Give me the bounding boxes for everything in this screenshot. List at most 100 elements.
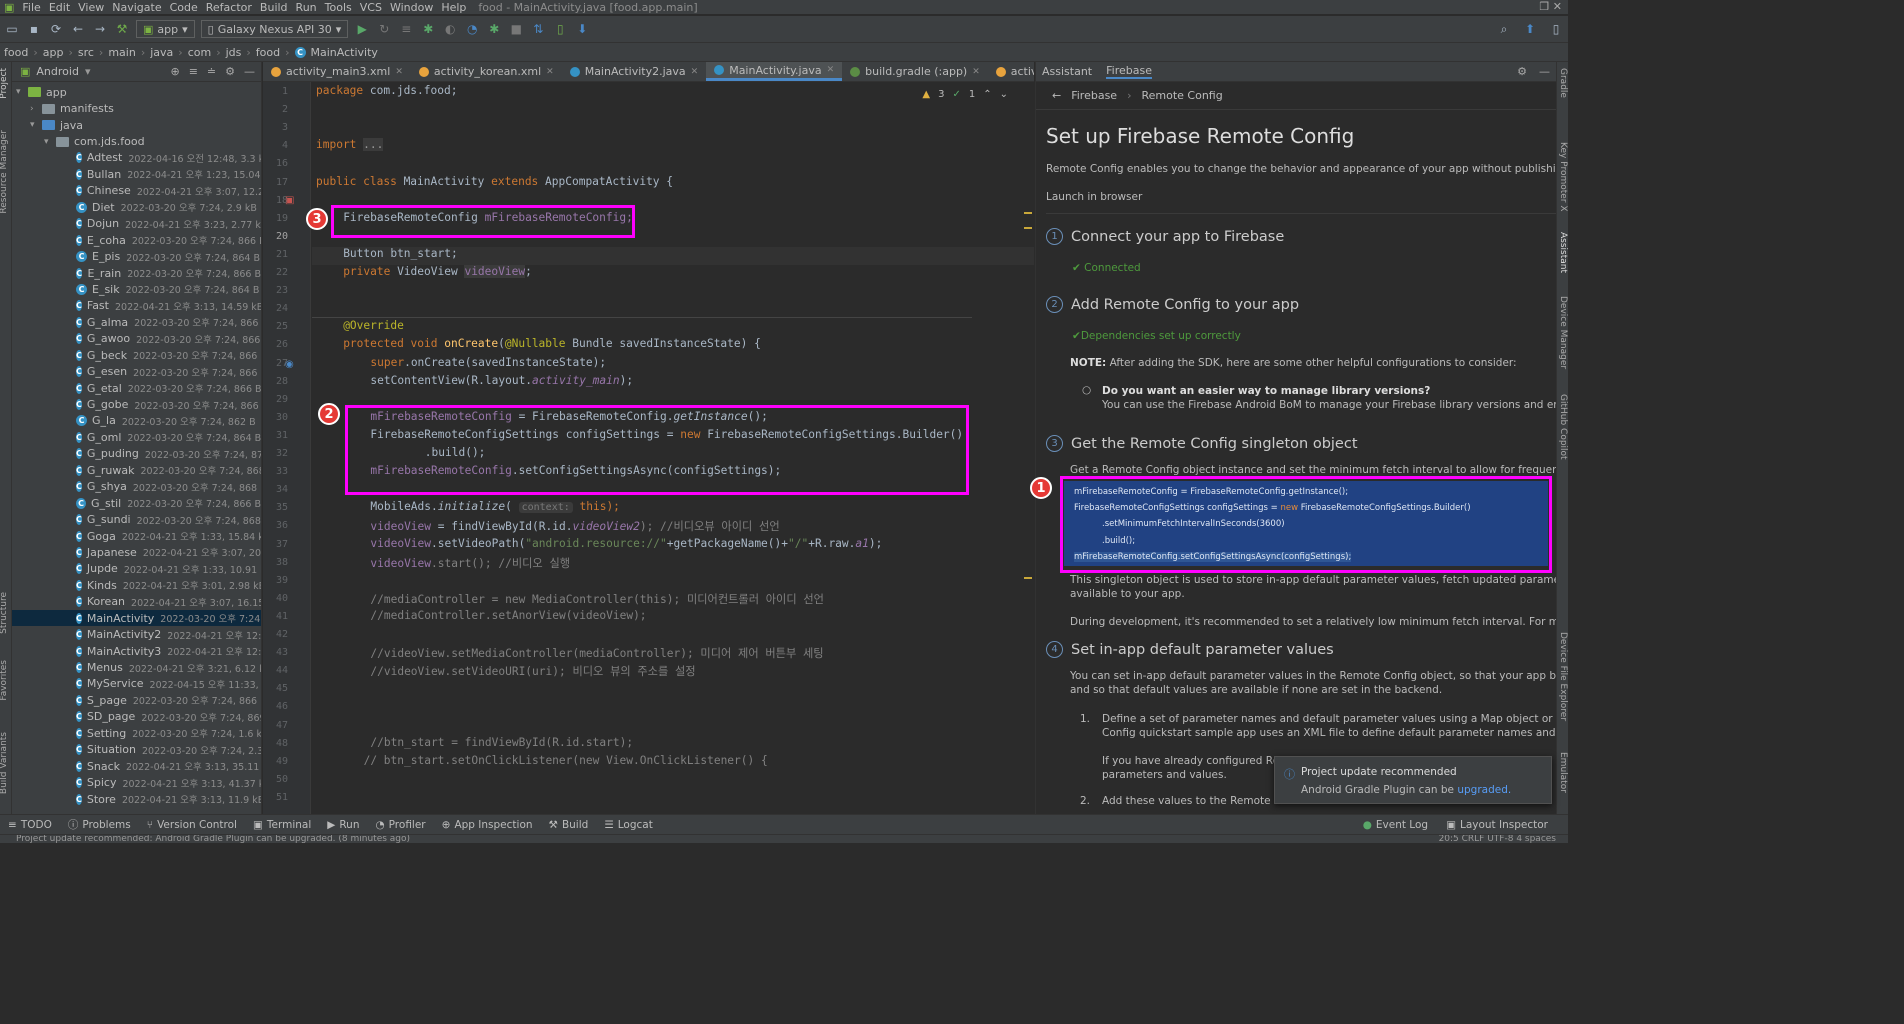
hammer-icon[interactable]: ⚒ bbox=[114, 21, 130, 37]
back-arrow-icon[interactable]: ← bbox=[1052, 89, 1061, 102]
run-config-select[interactable]: ▣ app ▾ bbox=[136, 20, 195, 38]
layout-inspector-tab[interactable]: ▣ Layout Inspector bbox=[1446, 819, 1548, 831]
resource-manager-tool-tab[interactable]: Resource Manager bbox=[0, 130, 9, 214]
event-log-tab[interactable]: ● Event Log bbox=[1363, 819, 1428, 831]
structure-tool-tab[interactable]: Structure bbox=[0, 592, 9, 634]
tree-file[interactable]: C Goga 2022-04-21 오후 1:33, 15.84 kB bbox=[12, 528, 261, 544]
tree-file[interactable]: C G_alma 2022-03-20 오후 7:24, 866 B bbox=[12, 314, 261, 330]
editor-tab[interactable]: activity_main2.xml✕ bbox=[988, 62, 1034, 81]
menu-view[interactable]: View bbox=[74, 1, 108, 14]
breadcrumb-java[interactable]: java bbox=[150, 46, 173, 59]
avd-manager-icon[interactable]: ▯ bbox=[552, 21, 568, 37]
tree-file[interactable]: C Korean 2022-04-21 오후 3:07, 16.15 kB bbox=[12, 594, 261, 610]
tree-file[interactable]: C G_shya 2022-03-20 오후 7:24, 868 B bbox=[12, 479, 261, 495]
menu-tools[interactable]: Tools bbox=[321, 1, 356, 14]
close-icon[interactable]: ✕ bbox=[972, 67, 980, 77]
tree-manifests[interactable]: › manifests bbox=[12, 100, 261, 116]
locate-icon[interactable]: ⊕ bbox=[170, 65, 179, 78]
tree-file[interactable]: C E_coha 2022-03-20 오후 7:24, 866 B bbox=[12, 232, 261, 248]
github-copilot-tool-tab[interactable]: GitHub Copilot bbox=[1558, 394, 1568, 460]
breadcrumb-src[interactable]: src bbox=[78, 46, 94, 59]
stop-icon[interactable]: ■ bbox=[508, 21, 524, 37]
collapse-all-icon[interactable]: ≐ bbox=[207, 65, 216, 78]
gear-icon[interactable]: ⚙ bbox=[1517, 65, 1527, 78]
tree-file[interactable]: C G_beck 2022-03-20 오후 7:24, 866 B bbox=[12, 347, 261, 363]
tree-file[interactable]: C G_puding 2022-03-20 오후 7:24, 870 B bbox=[12, 446, 261, 462]
editor-tab[interactable]: activity_main3.xml ✕ bbox=[263, 62, 411, 81]
tree-file[interactable]: C E_pis 2022-03-20 오후 7:24, 864 B bbox=[12, 248, 261, 264]
todo-tab[interactable]: ≡ TODO bbox=[8, 819, 52, 831]
tree-file[interactable]: C MainActivity2 2022-04-21 오후 12:51, 5 bbox=[12, 626, 261, 642]
tree-file[interactable]: C MainActivity3 2022-04-21 오후 12:51, 5.3 bbox=[12, 643, 261, 659]
close-icon[interactable]: ✕ bbox=[691, 67, 699, 77]
tree-file[interactable]: C G_sundi 2022-03-20 오후 7:24, 868 B bbox=[12, 511, 261, 527]
tree-file[interactable]: C G_esen 2022-03-20 오후 7:24, 866 B bbox=[12, 363, 261, 379]
run-icon[interactable]: ▶ bbox=[354, 21, 370, 37]
close-icon[interactable]: ✕ bbox=[827, 65, 835, 75]
tree-file[interactable]: C Fast 2022-04-21 오후 3:13, 14.59 kB bbox=[12, 298, 261, 314]
tree-file[interactable]: C G_gobe 2022-03-20 오후 7:24, 866 B bbox=[12, 396, 261, 412]
account-icon[interactable]: ▯ bbox=[1548, 21, 1564, 37]
problems-tab[interactable]: ⓘ Problems bbox=[68, 817, 131, 832]
close-icon[interactable]: ✕ bbox=[395, 67, 403, 77]
tree-file[interactable]: C Setting 2022-03-20 오후 7:24, 1.6 kB bbox=[12, 725, 261, 741]
open-folder-icon[interactable]: ▭ bbox=[4, 21, 20, 37]
breadcrumb-app[interactable]: app bbox=[43, 46, 64, 59]
tree-file[interactable]: C G_oml 2022-03-20 오후 7:24, 864 B bbox=[12, 429, 261, 445]
status-right-info[interactable]: 20:5 CRLF UTF-8 4 spaces bbox=[1439, 835, 1556, 843]
terminal-tab[interactable]: ▣ Terminal bbox=[253, 819, 311, 831]
device-manager-tool-tab[interactable]: Device Manager bbox=[1558, 296, 1568, 369]
assistant-tab[interactable]: Assistant bbox=[1042, 65, 1092, 78]
project-view-select[interactable]: Android bbox=[36, 65, 79, 78]
device-file-explorer-tool-tab[interactable]: Device File Explorer bbox=[1558, 632, 1568, 721]
project-tool-tab[interactable]: Project bbox=[0, 68, 9, 99]
search-icon[interactable]: ⌕ bbox=[1496, 21, 1512, 37]
menu-edit[interactable]: Edit bbox=[45, 1, 74, 14]
debug-icon[interactable]: ✱ bbox=[420, 21, 436, 37]
chevron-down-icon[interactable]: ⌄ bbox=[1000, 89, 1008, 100]
chevron-down-icon[interactable]: ▾ bbox=[85, 65, 91, 78]
tree-file[interactable]: C G_etal 2022-03-20 오후 7:24, 866 B bbox=[12, 380, 261, 396]
version-control-tab[interactable]: ⑂ Version Control bbox=[147, 819, 237, 831]
back-arrow-icon[interactable]: ← bbox=[70, 21, 86, 37]
breadcrumb-main[interactable]: main bbox=[108, 46, 135, 59]
menu-help[interactable]: Help bbox=[437, 1, 470, 14]
tree-file[interactable]: C Spicy 2022-04-21 오후 3:13, 41.37 kB bbox=[12, 774, 261, 790]
tree-file[interactable]: C S_page 2022-03-20 오후 7:24, 866 B bbox=[12, 692, 261, 708]
attach-debugger-icon[interactable]: ✱ bbox=[486, 21, 502, 37]
gradle-sync-icon[interactable]: ⇅ bbox=[530, 21, 546, 37]
menu-vcs[interactable]: VCS bbox=[356, 1, 386, 14]
tree-file[interactable]: C Diet 2022-03-20 오후 7:24, 2.9 kB bbox=[12, 199, 261, 215]
run-tab[interactable]: ▶ Run bbox=[327, 819, 359, 831]
tree-java[interactable]: ▾ java bbox=[12, 117, 261, 133]
expand-all-icon[interactable]: ≡ bbox=[189, 65, 198, 78]
tree-file[interactable]: C Chinese 2022-04-21 오후 3:07, 12.21 kB bbox=[12, 183, 261, 199]
favorites-tool-tab[interactable]: Favorites bbox=[0, 660, 9, 701]
tree-file[interactable]: C Store 2022-04-21 오후 3:13, 11.9 kB bbox=[12, 791, 261, 807]
status-message[interactable]: Project update recommended: Android Grad… bbox=[16, 835, 410, 843]
tree-file[interactable]: C G_awoo 2022-03-20 오후 7:24, 866 B bbox=[12, 331, 261, 347]
close-icon[interactable]: ✕ bbox=[546, 67, 554, 77]
tree-file[interactable]: C Bullan 2022-04-21 오후 1:23, 15.04 kB bbox=[12, 166, 261, 182]
profile-icon[interactable]: ◔ bbox=[464, 21, 480, 37]
breadcrumb-com[interactable]: com bbox=[188, 46, 212, 59]
build-variants-tool-tab[interactable]: Build Variants bbox=[0, 732, 9, 794]
tree-file[interactable]: C Situation 2022-03-20 오후 7:24, 2.32 kB bbox=[12, 742, 261, 758]
tree-file[interactable]: C G_la 2022-03-20 오후 7:24, 862 B bbox=[12, 413, 261, 429]
editor-tab[interactable]: MainActivity.java ✕ bbox=[706, 62, 843, 81]
upgrade-link[interactable]: upgraded. bbox=[1457, 784, 1511, 796]
emulator-tool-tab[interactable]: Emulator bbox=[1558, 752, 1568, 793]
tree-file[interactable]: C Menus 2022-04-21 오후 3:21, 6.12 kB bbox=[12, 659, 261, 675]
chevron-up-icon[interactable]: ⌃ bbox=[983, 89, 991, 100]
device-select[interactable]: ▯ Galaxy Nexus API 30 ▾ bbox=[200, 20, 349, 38]
assistant-tool-tab[interactable]: Assistant bbox=[1558, 232, 1568, 273]
tree-file[interactable]: C Snack 2022-04-21 오후 3:13, 35.11 kB bbox=[12, 758, 261, 774]
back-link[interactable]: Firebase bbox=[1071, 89, 1117, 102]
tree-file[interactable]: C Japanese 2022-04-21 오후 3:07, 20.35 kB bbox=[12, 544, 261, 560]
tree-file[interactable]: C E_rain 2022-03-20 오후 7:24, 866 B bbox=[12, 265, 261, 281]
tree-file[interactable]: C Dojun 2022-04-21 오후 3:23, 2.77 kB bbox=[12, 216, 261, 232]
tree-file[interactable]: C G_stil 2022-03-20 오후 7:24, 866 B bbox=[12, 495, 261, 511]
build-tab[interactable]: ⚒ Build bbox=[549, 819, 589, 831]
firebase-tab[interactable]: Firebase bbox=[1106, 64, 1152, 79]
save-icon[interactable]: ▪ bbox=[26, 21, 42, 37]
